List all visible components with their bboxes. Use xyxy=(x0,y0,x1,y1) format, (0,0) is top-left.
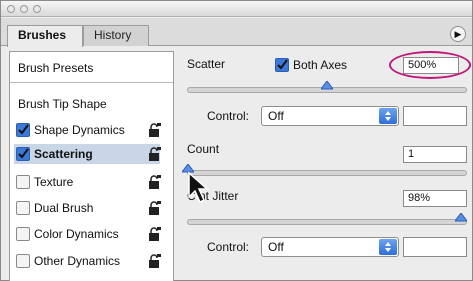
minimize-dot-icon[interactable] xyxy=(20,5,28,13)
sidebar-item-dual-brush[interactable]: Dual Brush xyxy=(10,198,173,218)
mouse-pointer-icon xyxy=(188,171,209,204)
title-bar xyxy=(1,1,472,17)
count-jitter-slider-track[interactable] xyxy=(187,219,467,225)
close-dot-icon[interactable] xyxy=(7,5,15,13)
scatter-control-label: Control: xyxy=(207,109,250,123)
both-axes-label: Both Axes xyxy=(293,58,348,72)
sidebar-item-label: Scattering xyxy=(34,147,93,161)
lock-icon[interactable] xyxy=(148,254,162,269)
lock-icon[interactable] xyxy=(148,227,162,242)
scatter-control-select[interactable]: Off xyxy=(261,106,399,126)
sidebar-item-brush-tip-shape[interactable]: Brush Tip Shape xyxy=(10,94,173,114)
palette-menu-icon[interactable]: ▶ xyxy=(450,26,466,42)
dual-brush-checkbox[interactable] xyxy=(16,201,30,215)
sidebar-item-color-dynamics[interactable]: Color Dynamics xyxy=(10,224,173,244)
sidebar-item-scattering[interactable]: Scattering xyxy=(10,144,173,164)
other-dynamics-checkbox[interactable] xyxy=(16,254,30,268)
tab-brushes[interactable]: Brushes xyxy=(7,25,83,47)
sidebar-item-label: Texture xyxy=(34,175,74,189)
sidebar-item-label: Brush Tip Shape xyxy=(18,97,107,111)
scatter-control-amount-field[interactable] xyxy=(403,106,467,126)
texture-checkbox[interactable] xyxy=(16,175,30,189)
lock-icon[interactable] xyxy=(148,147,162,162)
select-value: Off xyxy=(268,109,284,123)
count-value-field[interactable]: 1 xyxy=(403,146,467,163)
scatter-slider-thumb[interactable] xyxy=(321,81,333,91)
select-arrows-icon xyxy=(379,108,397,124)
count-label: Count xyxy=(187,142,220,156)
select-value: Off xyxy=(268,240,284,254)
brush-settings-sidebar: Brush Presets Brush Tip Shape Shape Dyna… xyxy=(9,51,174,281)
sidebar-item-label: Dual Brush xyxy=(34,201,94,215)
count-jitter-slider-thumb[interactable] xyxy=(455,213,467,223)
tab-bar: Brushes History ▶ xyxy=(1,18,472,47)
select-arrows-icon xyxy=(379,239,397,255)
sidebar-item-label: Shape Dynamics xyxy=(34,123,125,137)
sidebar-item-texture[interactable]: Texture xyxy=(10,172,173,192)
tab-history[interactable]: History xyxy=(83,25,149,46)
sidebar-item-shape-dynamics[interactable]: Shape Dynamics xyxy=(10,120,173,140)
count-jitter-control-label: Control: xyxy=(207,240,250,254)
zoom-dot-icon[interactable] xyxy=(33,5,41,13)
lock-icon[interactable] xyxy=(148,201,162,216)
count-jitter-value-field[interactable]: 98% xyxy=(403,190,467,207)
highlight-circle xyxy=(389,51,471,79)
count-jitter-control-amount-field[interactable] xyxy=(403,237,467,257)
count-jitter-control-select[interactable]: Off xyxy=(261,237,399,257)
lock-icon[interactable] xyxy=(148,123,162,138)
color-dynamics-checkbox[interactable] xyxy=(16,227,30,241)
scattering-checkbox[interactable] xyxy=(16,147,30,161)
sidebar-item-other-dynamics[interactable]: Other Dynamics xyxy=(10,251,173,271)
lock-icon[interactable] xyxy=(148,175,162,190)
count-slider-track[interactable] xyxy=(187,170,467,176)
brushes-palette-window: Brushes History ▶ Brush Presets Brush Ti… xyxy=(0,0,473,281)
both-axes-checkbox[interactable] xyxy=(275,58,289,72)
scatter-label: Scatter xyxy=(187,57,226,71)
sidebar-item-brush-presets[interactable]: Brush Presets xyxy=(10,52,173,83)
sidebar-item-label: Color Dynamics xyxy=(34,227,119,241)
sidebar-item-label: Other Dynamics xyxy=(34,254,121,268)
scattering-settings-panel: Scatter Both Axes 500% Control: Off Coun… xyxy=(179,51,472,281)
shape-dynamics-checkbox[interactable] xyxy=(16,123,30,137)
